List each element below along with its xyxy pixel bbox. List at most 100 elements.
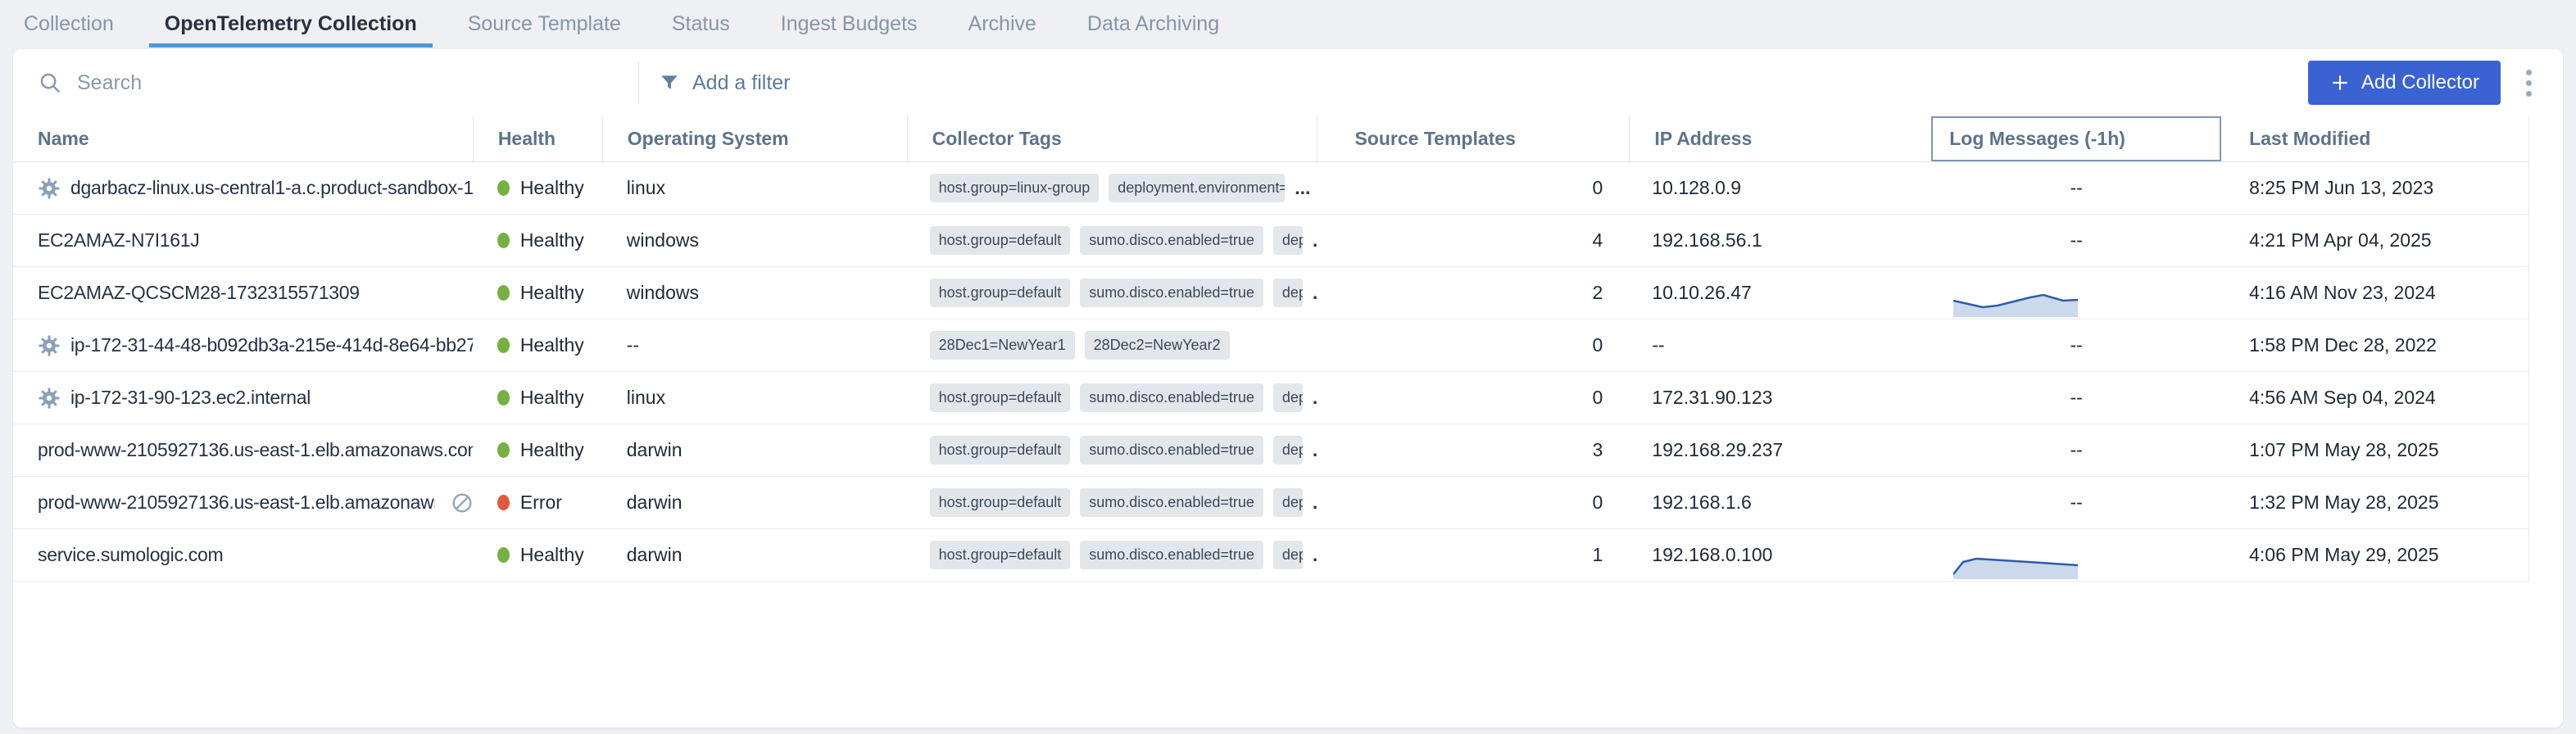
- column-header-source-templates[interactable]: Source Templates: [1317, 116, 1629, 161]
- plus-icon: [2329, 72, 2351, 93]
- os-value: linux: [602, 372, 907, 424]
- otel-collector-icon: [38, 334, 61, 357]
- more-options-button[interactable]: [2512, 61, 2545, 105]
- tags-overflow-ellipsis: ...: [1295, 177, 1310, 199]
- table-row[interactable]: ip-172-31-90-123.ec2.internal Healthy li…: [13, 372, 2528, 424]
- tab-status[interactable]: Status: [656, 0, 746, 48]
- column-header-name[interactable]: Name: [13, 116, 473, 161]
- column-header-last-modified[interactable]: Last Modified: [2221, 116, 2528, 161]
- table-row[interactable]: prod-www-2105927136.us-east-1.elb.amazon…: [13, 424, 2528, 477]
- os-value: linux: [602, 162, 907, 214]
- source-templates-count: 0: [1317, 162, 1629, 214]
- ip-address: 192.168.56.1: [1629, 215, 1931, 266]
- log-messages-value: --: [1931, 319, 2221, 371]
- add-filter-button[interactable]: Add a filter: [659, 71, 791, 95]
- column-header-ip-address[interactable]: IP Address: [1629, 116, 1931, 161]
- collector-name: dgarbacz-linux.us-central1-a.c.product-s…: [70, 177, 473, 199]
- last-modified: 4:56 AM Sep 04, 2024: [2221, 372, 2528, 424]
- column-header-collector-tags[interactable]: Collector Tags: [907, 116, 1317, 161]
- tag-chip: host.group=default: [930, 488, 1071, 517]
- tag-chip-truncated: dep: [1273, 541, 1303, 569]
- ip-address: 10.10.26.47: [1629, 267, 1931, 319]
- source-templates-count: 3: [1317, 424, 1629, 476]
- tag-chip: host.group=default: [930, 279, 1071, 307]
- search-box[interactable]: [13, 70, 638, 95]
- last-modified: 1:58 PM Dec 28, 2022: [2221, 319, 2528, 371]
- add-filter-label: Add a filter: [692, 71, 791, 95]
- table-row[interactable]: dgarbacz-linux.us-central1-a.c.product-s…: [13, 162, 2528, 215]
- os-value: windows: [602, 267, 907, 319]
- tab-opentelemetry-collection[interactable]: OpenTelemetry Collection: [149, 0, 433, 48]
- health-dot: [497, 285, 510, 301]
- tab-label: Status: [672, 12, 730, 36]
- health-label: Healthy: [520, 544, 584, 566]
- table-row[interactable]: EC2AMAZ-QCSCM28-1732315571309 Healthy wi…: [13, 267, 2528, 319]
- last-modified: 4:16 AM Nov 23, 2024: [2221, 267, 2528, 319]
- tab-label: Ingest Budgets: [781, 12, 918, 36]
- toolbar-divider: [638, 61, 639, 104]
- table-row[interactable]: ip-172-31-44-48-b092db3a-215e-414d-8e64-…: [13, 319, 2528, 372]
- os-value: darwin: [602, 424, 907, 476]
- tab-source-template[interactable]: Source Template: [452, 0, 637, 48]
- collector-tags: host.group=default sumo.disco.enabled=tr…: [907, 477, 1317, 528]
- add-collector-label: Add Collector: [2361, 71, 2479, 94]
- ip-address: 172.31.90.123: [1629, 372, 1931, 424]
- table-row[interactable]: EC2AMAZ-N7I161J Healthy windows host.gro…: [13, 215, 2528, 267]
- log-messages-value: --: [1931, 162, 2221, 214]
- table-header-row: Name Health Operating System Collector T…: [13, 116, 2528, 162]
- os-value: windows: [602, 215, 907, 266]
- tag-chip: host.group=linux-group: [930, 174, 1100, 202]
- column-header-operating-system[interactable]: Operating System: [602, 116, 907, 161]
- last-modified: 1:07 PM May 28, 2025: [2221, 424, 2528, 476]
- kebab-dot: [2526, 80, 2532, 86]
- log-messages-value: --: [1931, 477, 2221, 528]
- blocked-icon: [451, 492, 473, 514]
- otel-collector-icon: [38, 177, 61, 200]
- os-value: darwin: [602, 477, 907, 528]
- top-tab-bar: Collection OpenTelemetry Collection Sour…: [0, 0, 2576, 48]
- health-dot: [497, 442, 510, 458]
- tag-chip-truncated: dep: [1273, 279, 1303, 307]
- last-modified: 4:06 PM May 29, 2025: [2221, 529, 2528, 581]
- tag-chip: host.group=default: [930, 226, 1071, 255]
- tag-chip: sumo.disco.enabled=true: [1080, 436, 1263, 464]
- add-collector-button[interactable]: Add Collector: [2308, 61, 2501, 105]
- last-modified: 8:25 PM Jun 13, 2023: [2221, 162, 2528, 214]
- table-row[interactable]: prod-www-2105927136.us-east-1.elb.amazon…: [13, 477, 2528, 529]
- tab-label: Data Archiving: [1087, 12, 1219, 36]
- tab-collection[interactable]: Collection: [8, 0, 129, 48]
- collector-tags: host.group=linux-group deployment.enviro…: [907, 162, 1317, 214]
- otel-collector-icon: [38, 387, 61, 410]
- log-messages-value: --: [1931, 424, 2221, 476]
- health-dot: [497, 495, 510, 510]
- tab-label: OpenTelemetry Collection: [165, 12, 417, 36]
- log-messages-value: --: [1931, 372, 2221, 424]
- tag-chip-truncated: dep: [1273, 436, 1303, 464]
- tab-label: Source Template: [468, 12, 621, 36]
- tag-chip-truncated: dep: [1273, 488, 1303, 517]
- ip-address: 192.168.29.237: [1629, 424, 1931, 476]
- source-templates-count: 0: [1317, 477, 1629, 528]
- health-label: Healthy: [520, 387, 584, 409]
- collector-name: ip-172-31-44-48-b092db3a-215e-414d-8e64-…: [70, 334, 473, 356]
- health-dot: [497, 180, 510, 196]
- collector-name: EC2AMAZ-N7I161J: [38, 229, 199, 251]
- collector-tags: host.group=default sumo.disco.enabled=tr…: [907, 267, 1317, 319]
- tab-data-archiving[interactable]: Data Archiving: [1072, 0, 1235, 48]
- source-templates-count: 4: [1317, 215, 1629, 266]
- tab-label: Collection: [24, 12, 114, 36]
- table-row[interactable]: service.sumologic.com Healthy darwin hos…: [13, 529, 2528, 582]
- tab-ingest-budgets[interactable]: Ingest Budgets: [765, 0, 933, 48]
- column-header-health[interactable]: Health: [473, 116, 602, 161]
- tab-archive[interactable]: Archive: [953, 0, 1052, 48]
- tag-chip-truncated: dep: [1273, 383, 1303, 412]
- health-dot: [497, 390, 510, 406]
- log-messages-sparkline: [1953, 551, 2078, 579]
- ip-address: 192.168.1.6: [1629, 477, 1931, 528]
- health-label: Healthy: [520, 334, 584, 356]
- column-header-log-messages[interactable]: Log Messages (-1h): [1931, 116, 2221, 161]
- ip-address: --: [1629, 319, 1931, 371]
- tag-chip: host.group=default: [930, 541, 1071, 569]
- tag-chip-truncated: dep: [1273, 226, 1303, 255]
- search-input[interactable]: [77, 71, 585, 95]
